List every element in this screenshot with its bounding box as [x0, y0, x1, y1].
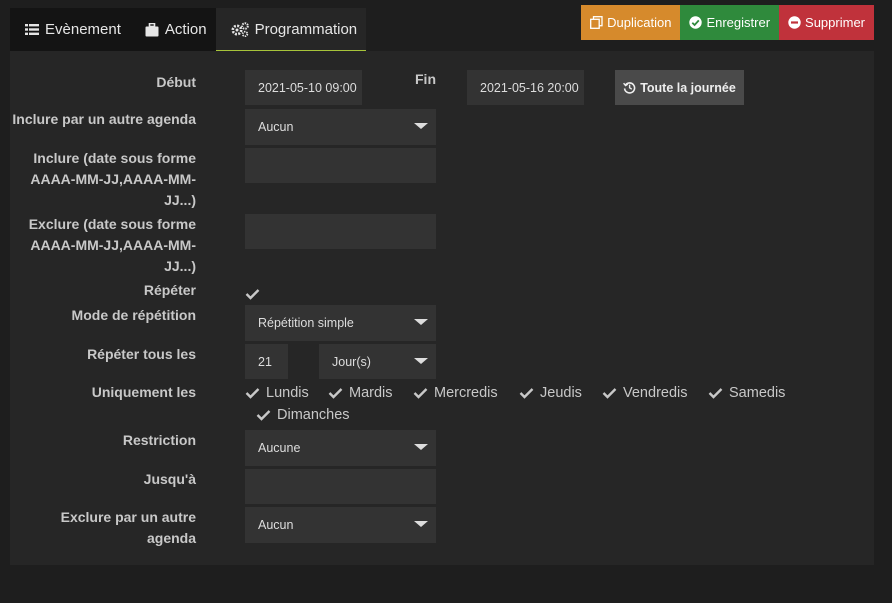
day-label-wednesday: Mercredis [434, 384, 498, 401]
tab-action[interactable]: Action [130, 8, 216, 51]
day-label-monday: Lundis [266, 384, 309, 401]
day-label-saturday: Samedis [729, 384, 786, 401]
day-option-tuesday[interactable]: Mardis [327, 384, 393, 401]
exclude-agenda-label-line-1: Exclure par un autre [60, 509, 196, 525]
day-label-tuesday: Mardis [349, 384, 393, 401]
tab-event[interactable]: Evènement [10, 8, 130, 51]
check-icon[interactable] [518, 384, 535, 401]
save-button[interactable]: Enregistrer [680, 5, 780, 40]
repeat-unit-value: Jour(s) [332, 354, 371, 369]
check-icon[interactable] [255, 406, 272, 423]
until-input[interactable] [245, 469, 436, 504]
day-label-thursday: Jeudis [540, 384, 582, 401]
repeat-unit-select[interactable]: Jour(s) [319, 344, 436, 379]
day-option-sunday[interactable]: Dimanches [255, 406, 350, 423]
start-label: Début [156, 74, 196, 90]
all-day-label: Toute la journée [640, 80, 736, 95]
check-icon [245, 288, 260, 300]
include-dates-label-line-2: AAAA-MM-JJ,AAAA-MM- [30, 171, 196, 187]
briefcase-icon [145, 22, 159, 36]
exclude-agenda-label-line-2: agenda [146, 530, 196, 546]
tab-action-label: Action [164, 21, 207, 38]
chevron-down-icon [414, 444, 428, 450]
chevron-down-icon [414, 358, 428, 364]
cogs-icon [231, 21, 249, 37]
day-label-sunday: Dimanches [277, 406, 350, 423]
repeat-every-value: 21 [258, 354, 272, 369]
exclude-dates-label-line-3: JJ...) [164, 258, 196, 274]
tab-programmation[interactable]: Programmation [215, 8, 367, 51]
day-option-monday[interactable]: Lundis [244, 384, 309, 401]
until-label: Jusqu'à [143, 471, 196, 487]
include-dates-input[interactable] [245, 148, 436, 183]
action-toolbar: Duplication Enregistrer Supprimer [581, 5, 874, 40]
exclude-dates-input[interactable] [245, 214, 436, 249]
repeat-label: Répéter [143, 282, 196, 298]
restriction-select[interactable]: Aucune [245, 430, 436, 466]
check-icon[interactable] [601, 384, 618, 401]
delete-button[interactable]: Supprimer [779, 5, 874, 40]
check-icon[interactable] [327, 384, 344, 401]
repeat-mode-value: Répétition simple [258, 316, 354, 330]
copy-icon [590, 16, 603, 29]
chevron-down-icon [414, 123, 428, 129]
tab-bar: Evènement Action Programmation [10, 8, 367, 51]
day-label-friday: Vendredis [623, 384, 688, 401]
repeat-every-input[interactable]: 21 [245, 344, 288, 379]
include-dates-label-line-1: Inclure (date sous forme [33, 150, 196, 166]
day-option-friday[interactable]: Vendredis [601, 384, 688, 401]
restriction-label: Restriction [122, 432, 196, 448]
programmation-panel: Début 2021-05-10 09:00 Fin 2021-05-16 20… [10, 51, 874, 565]
repeat-every-label: Répéter tous les [87, 346, 196, 362]
chevron-down-icon [414, 521, 428, 527]
day-option-wednesday[interactable]: Mercredis [412, 384, 498, 401]
tab-programmation-label: Programmation [254, 20, 358, 38]
start-datetime-input[interactable]: 2021-05-10 09:00 [245, 70, 362, 105]
repeat-mode-label: Mode de répétition [71, 307, 196, 323]
check-circle-icon [689, 16, 703, 29]
minus-circle-icon [788, 16, 801, 29]
delete-label: Supprimer [805, 15, 865, 30]
repeat-checkbox[interactable] [244, 285, 261, 302]
exclude-dates-label-line-1: Exclure (date sous forme [28, 216, 196, 232]
include-dates-label-line-3: JJ...) [164, 192, 196, 208]
duplicate-label: Duplication [607, 15, 672, 30]
save-label: Enregistrer [706, 15, 771, 30]
list-icon [25, 24, 39, 35]
day-option-thursday[interactable]: Jeudis [518, 384, 582, 401]
end-datetime-value: 2021-05-16 20:00 [480, 80, 579, 95]
exclude-agenda-select[interactable]: Aucun [245, 507, 436, 543]
start-datetime-value: 2021-05-10 09:00 [258, 80, 357, 95]
exclude-dates-label: Exclure (date sous forme AAAA-MM-JJ,AAAA… [0, 214, 196, 277]
tab-event-label: Evènement [45, 21, 121, 38]
history-icon [623, 82, 636, 94]
check-icon[interactable] [244, 384, 261, 401]
exclude-agenda-label: Exclure par un autre agenda [0, 507, 196, 549]
include-agenda-value: Aucun [258, 120, 294, 134]
only-days-label: Uniquement les [91, 384, 196, 400]
exclude-dates-label-line-2: AAAA-MM-JJ,AAAA-MM- [30, 237, 196, 253]
restriction-value: Aucune [258, 441, 301, 455]
exclude-agenda-value: Aucun [258, 518, 294, 532]
check-icon[interactable] [707, 384, 724, 401]
include-dates-label: Inclure (date sous forme AAAA-MM-JJ,AAAA… [0, 148, 196, 211]
duplicate-button[interactable]: Duplication [581, 5, 681, 40]
end-datetime-input[interactable]: 2021-05-16 20:00 [467, 70, 584, 105]
include-agenda-label: Inclure par un autre agenda [12, 111, 196, 127]
day-option-saturday[interactable]: Samedis [707, 384, 785, 401]
chevron-down-icon [414, 319, 428, 325]
check-icon[interactable] [412, 384, 429, 401]
end-label: Fin [415, 71, 436, 87]
all-day-button[interactable]: Toute la journée [615, 70, 744, 105]
repeat-mode-select[interactable]: Répétition simple [245, 305, 436, 341]
include-agenda-select[interactable]: Aucun [245, 109, 436, 145]
